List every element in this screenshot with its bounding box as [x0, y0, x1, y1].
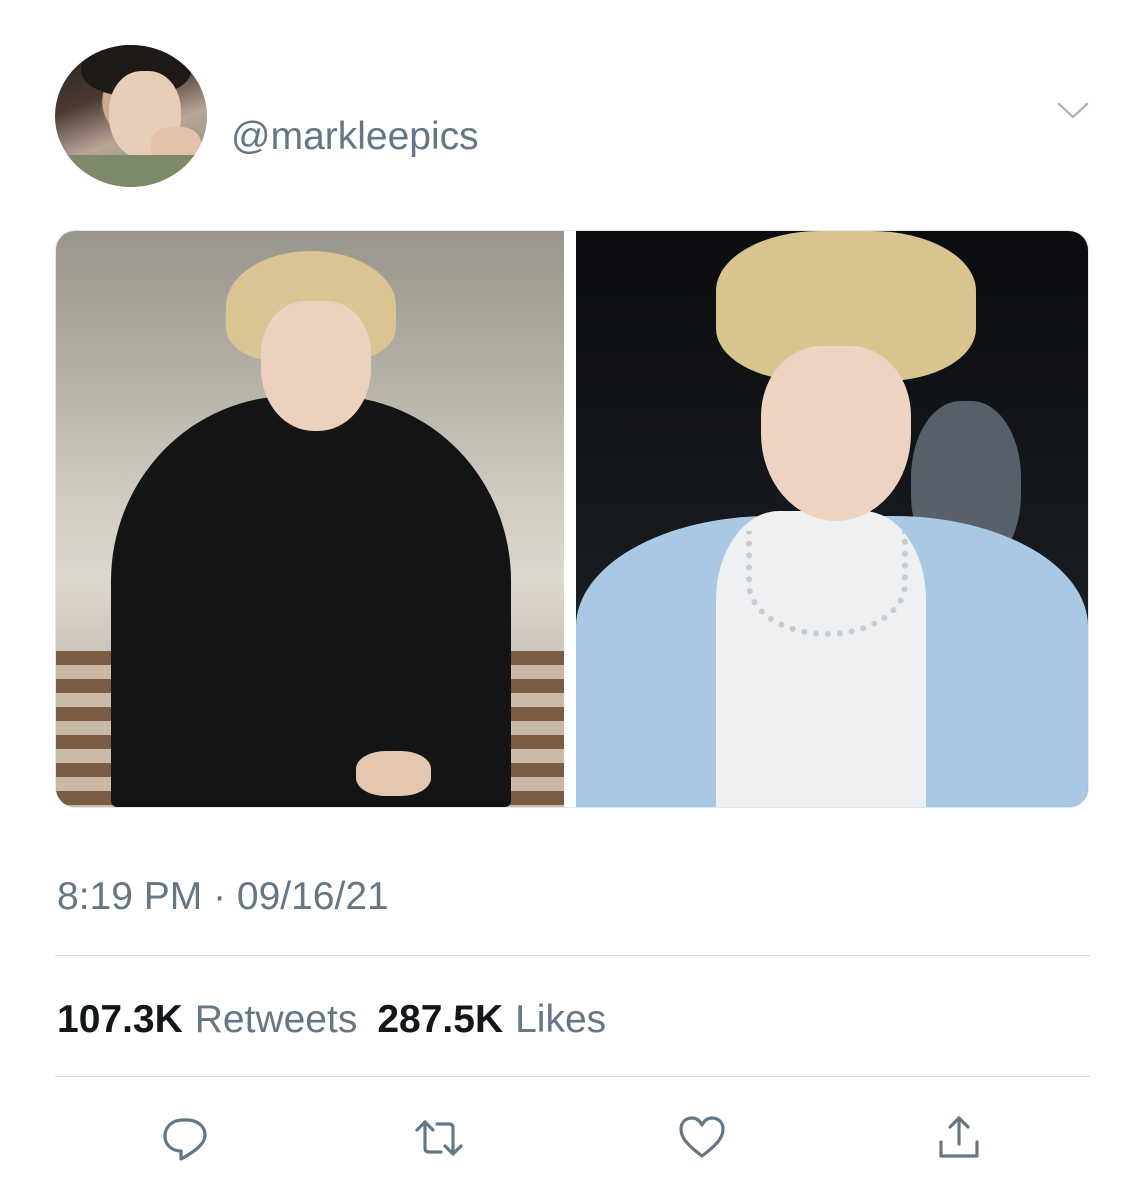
retweet-icon — [415, 1120, 463, 1156]
photo-person-body — [111, 396, 511, 807]
retweets-count: 107.3K — [57, 998, 183, 1041]
retweets-stat[interactable]: 107.3K Retweets — [57, 998, 357, 1041]
chevron-down-icon[interactable] — [1055, 95, 1091, 125]
share-button[interactable] — [933, 1112, 985, 1164]
reply-icon — [163, 1118, 207, 1161]
retweets-label: Retweets — [194, 998, 358, 1041]
photo-person-necklace — [746, 531, 908, 637]
media-photo-left[interactable] — [56, 231, 564, 807]
media-divider — [564, 231, 576, 807]
heart-icon — [679, 1116, 725, 1158]
likes-count: 287.5K — [377, 998, 504, 1041]
likes-stat[interactable]: 287.5K Likes — [377, 998, 606, 1041]
retweet-button[interactable] — [413, 1112, 465, 1164]
photo-person-hand — [356, 751, 431, 796]
tweet-timestamp[interactable]: 8:19 PM · 09/16/21 — [57, 872, 389, 922]
likes-label: Likes — [515, 998, 607, 1041]
avatar-shirt — [55, 155, 207, 187]
media-photo-right[interactable] — [576, 231, 1088, 807]
reply-button[interactable] — [159, 1112, 211, 1164]
user-handle[interactable]: @markleepics — [231, 112, 479, 162]
like-button[interactable] — [676, 1112, 728, 1164]
avatar[interactable] — [55, 45, 207, 187]
divider — [55, 1076, 1090, 1077]
share-icon — [939, 1116, 979, 1158]
tweet-stats: 107.3K Retweets 287.5K Likes — [57, 995, 606, 1045]
photo-person-face — [761, 346, 911, 521]
divider — [55, 955, 1090, 956]
tweet-media[interactable] — [55, 230, 1089, 808]
photo-person-face — [261, 301, 371, 431]
